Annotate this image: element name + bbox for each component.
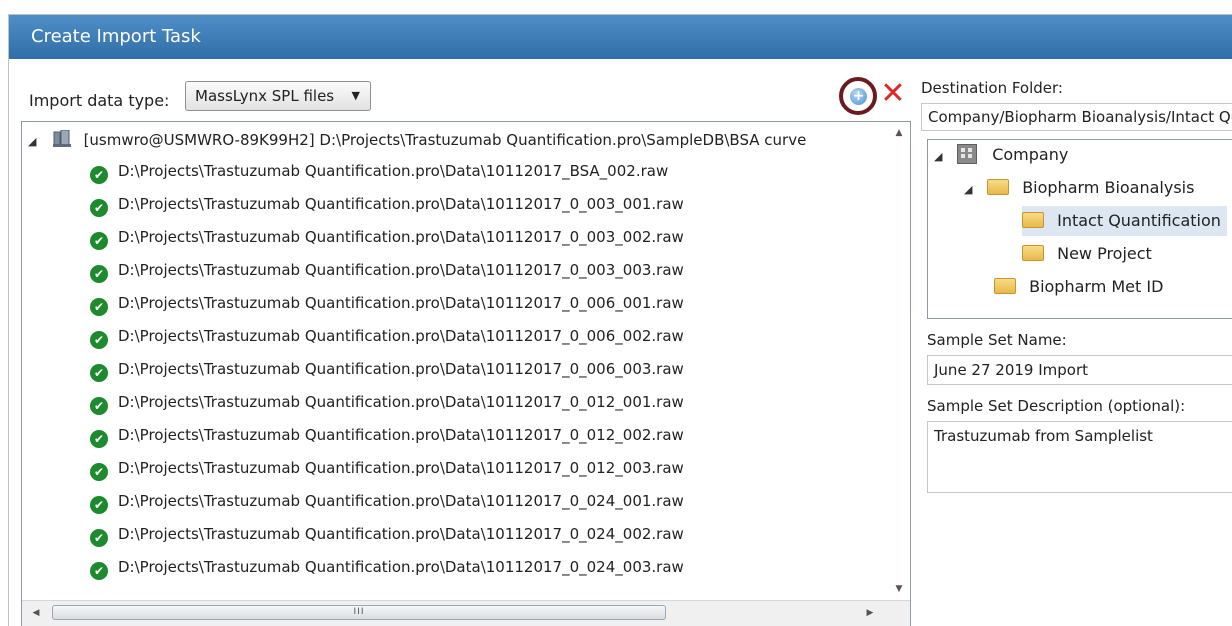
folder-label: Intact Quantification (1057, 211, 1221, 230)
scroll-up-icon[interactable]: ▲ (888, 124, 910, 142)
check-circle-icon: ✔ (90, 496, 108, 514)
check-circle-icon: ✔ (90, 463, 108, 481)
check-circle-icon: ✔ (90, 331, 108, 349)
file-row[interactable]: ✔ D:\Projects\Trastuzumab Quantification.… (90, 388, 684, 421)
file-list: ✔ D:\Projects\Trastuzumab Quantification.… (90, 157, 684, 586)
add-icon: + (850, 88, 867, 105)
folder-label: Biopharm Met ID (1029, 277, 1164, 296)
building-icon (957, 144, 978, 164)
check-circle-icon: ✔ (90, 298, 108, 316)
folder-biopharm-bioanalysis[interactable]: ◢ Biopharm Bioanalysis (964, 173, 1194, 203)
tree-root-node[interactable]: ◢ [usmwro@USMWRO-89K99H2] D:\Projects\Tr… (28, 126, 806, 154)
add-button[interactable]: + (839, 77, 877, 115)
server-icon (52, 130, 71, 147)
destination-folder-tree[interactable]: ◢ Company ◢ Biopharm Bioanalysis Intact … (927, 139, 1232, 319)
folder-biopharm-met-id[interactable]: Biopharm Met ID (994, 272, 1163, 302)
expand-arrow-icon[interactable]: ◢ (934, 142, 952, 172)
check-circle-icon: ✔ (90, 265, 108, 283)
check-circle-icon: ✔ (90, 529, 108, 547)
sample-set-description-input[interactable]: Trastuzumab from Samplelist (927, 421, 1232, 493)
file-path: D:\Projects\Trastuzumab Quantification.p… (118, 261, 684, 279)
file-row[interactable]: ✔ D:\Projects\Trastuzumab Quantification.… (90, 553, 684, 586)
folder-label: Company (992, 145, 1069, 164)
file-row[interactable]: ✔ D:\Projects\Trastuzumab Quantification.… (90, 520, 684, 553)
window-title: Create Import Task (9, 15, 1232, 59)
scroll-down-icon[interactable]: ▼ (888, 580, 910, 598)
sample-set-name-input[interactable]: June 27 2019 Import (927, 355, 1232, 385)
folder-icon (994, 278, 1016, 294)
folder-icon (1022, 245, 1044, 261)
horizontal-scrollbar[interactable]: ◀ III ▶ (22, 600, 910, 626)
horizontal-scroll-thumb[interactable]: III (52, 605, 666, 620)
folder-label: Biopharm Bioanalysis (1022, 178, 1195, 197)
file-row[interactable]: ✔ D:\Projects\Trastuzumab Quantification.… (90, 355, 684, 388)
file-path: D:\Projects\Trastuzumab Quantification.p… (118, 294, 684, 312)
check-circle-icon: ✔ (90, 232, 108, 250)
create-import-task-window: Create Import Task Import data type: Mas… (8, 14, 1232, 626)
import-data-type-dropdown[interactable]: MassLynx SPL files ▼ (185, 81, 371, 111)
check-circle-icon: ✔ (90, 364, 108, 382)
tree-root-label: [usmwro@USMWRO-89K99H2] D:\Projects\Tras… (83, 131, 807, 149)
expand-arrow-icon[interactable]: ◢ (28, 128, 46, 156)
folder-icon (1022, 212, 1044, 228)
remove-button[interactable]: ✕ (879, 79, 907, 109)
vertical-scrollbar[interactable]: ▲ ▼ (888, 122, 910, 598)
file-path: D:\Projects\Trastuzumab Quantification.p… (118, 459, 684, 477)
check-circle-icon: ✔ (90, 562, 108, 580)
file-path: D:\Projects\Trastuzumab Quantification.p… (118, 162, 669, 180)
scroll-left-icon[interactable]: ◀ (26, 601, 46, 625)
check-circle-icon: ✔ (90, 166, 108, 184)
file-path: D:\Projects\Trastuzumab Quantification.p… (118, 327, 684, 345)
file-row[interactable]: ✔ D:\Projects\Trastuzumab Quantification.… (90, 421, 684, 454)
folder-icon (987, 179, 1010, 195)
file-path: D:\Projects\Trastuzumab Quantification.p… (118, 360, 684, 378)
file-row[interactable]: ✔ D:\Projects\Trastuzumab Quantification.… (90, 190, 684, 223)
file-path: D:\Projects\Trastuzumab Quantification.p… (118, 558, 684, 576)
check-circle-icon: ✔ (90, 397, 108, 415)
file-row[interactable]: ✔ D:\Projects\Trastuzumab Quantification.… (90, 487, 684, 520)
sample-set-description-label: Sample Set Description (optional): (927, 397, 1186, 415)
file-row[interactable]: ✔ D:\Projects\Trastuzumab Quantification.… (90, 256, 684, 289)
import-file-tree[interactable]: ◢ [usmwro@USMWRO-89K99H2] D:\Projects\Tr… (21, 121, 911, 626)
scroll-right-icon[interactable]: ▶ (860, 601, 880, 625)
check-circle-icon: ✔ (90, 199, 108, 217)
expand-arrow-icon[interactable]: ◢ (964, 175, 982, 205)
file-path: D:\Projects\Trastuzumab Quantification.p… (118, 525, 684, 543)
file-row[interactable]: ✔ D:\Projects\Trastuzumab Quantification.… (90, 322, 684, 355)
remove-icon: ✕ (880, 76, 906, 111)
file-path: D:\Projects\Trastuzumab Quantification.p… (118, 492, 684, 510)
destination-folder-path[interactable]: Company/Biopharm Bioanalysis/Intact Quan… (921, 103, 1232, 131)
file-path: D:\Projects\Trastuzumab Quantification.p… (118, 228, 684, 246)
sample-set-name-label: Sample Set Name: (927, 331, 1067, 349)
destination-folder-label: Destination Folder: (921, 79, 1063, 97)
file-row[interactable]: ✔ D:\Projects\Trastuzumab Quantification.… (90, 289, 684, 322)
check-circle-icon: ✔ (90, 430, 108, 448)
file-path: D:\Projects\Trastuzumab Quantification.p… (118, 426, 684, 444)
chevron-down-icon: ▼ (351, 89, 360, 102)
folder-new-project[interactable]: New Project (1022, 239, 1152, 269)
folder-intact-quantification[interactable]: Intact Quantification (1022, 206, 1227, 236)
file-path: D:\Projects\Trastuzumab Quantification.p… (118, 195, 684, 213)
import-data-type-value: MassLynx SPL files (195, 87, 335, 105)
file-row[interactable]: ✔ D:\Projects\Trastuzumab Quantification.… (90, 223, 684, 256)
file-row[interactable]: ✔ D:\Projects\Trastuzumab Quantification.… (90, 454, 684, 487)
folder-company[interactable]: ◢ Company (934, 140, 1068, 170)
folder-label: New Project (1057, 244, 1152, 263)
file-path: D:\Projects\Trastuzumab Quantification.p… (118, 393, 684, 411)
file-row[interactable]: ✔ D:\Projects\Trastuzumab Quantification.… (90, 157, 684, 190)
import-data-type-label: Import data type: (29, 91, 170, 110)
